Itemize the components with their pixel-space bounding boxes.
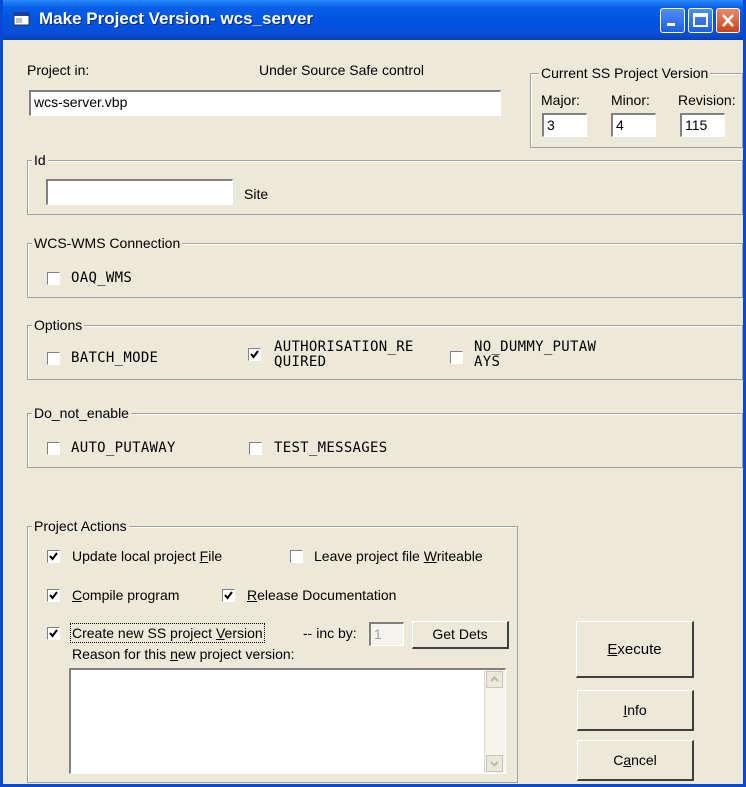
label-part: xecute	[617, 641, 662, 658]
major-label: Major:	[541, 92, 580, 108]
app-icon	[13, 12, 30, 26]
accelerator-key: a	[623, 752, 632, 768]
minor-field[interactable]: 4	[611, 113, 656, 137]
id-group-legend: Id	[32, 152, 48, 168]
accelerator-key: V	[215, 625, 225, 641]
inc-by-label: -- inc by:	[303, 625, 357, 641]
no-dummy-putaways-label[interactable]: NO_DUMMY_PUTAW AYS	[474, 340, 596, 370]
auto-putaway-label[interactable]: AUTO_PUTAWAY	[71, 440, 176, 456]
label-part: C	[613, 752, 624, 768]
label-part: ncel	[631, 752, 657, 768]
update-project-file-checkbox[interactable]	[47, 550, 60, 563]
test-messages-label[interactable]: TEST_MESSAGES	[274, 440, 387, 456]
maximize-icon	[693, 13, 708, 27]
minimize-icon	[667, 23, 675, 26]
leave-writeable-checkbox[interactable]	[290, 550, 303, 563]
chevron-up-icon	[490, 676, 499, 682]
accelerator-key: R	[247, 587, 258, 603]
no-dummy-label-line2: AYS	[474, 354, 501, 370]
authorisation-required-checkbox[interactable]	[248, 348, 261, 361]
batch-mode-label[interactable]: BATCH_MODE	[71, 350, 158, 366]
label-part: Reason for this	[72, 646, 171, 662]
release-documentation-checkbox[interactable]	[222, 589, 235, 602]
scroll-down-button[interactable]	[486, 755, 503, 772]
checkmark-icon	[250, 350, 259, 359]
label-part: riteable	[436, 548, 483, 564]
release-documentation-label[interactable]: Release Documentation	[247, 587, 396, 603]
minor-label: Minor:	[611, 92, 650, 108]
minimize-button[interactable]	[660, 8, 685, 33]
checkmark-icon	[49, 552, 58, 561]
reason-scrollbar[interactable]	[484, 670, 505, 773]
do-not-enable-legend: Do_not_enable	[32, 405, 131, 421]
test-messages-checkbox[interactable]	[249, 442, 262, 455]
title-bar[interactable]: Make Project Version- wcs_server	[3, 0, 743, 40]
project-actions-legend: Project Actions	[32, 518, 129, 534]
site-field[interactable]	[46, 179, 233, 205]
wcs-wms-group: WCS-WMS Connection	[27, 235, 743, 298]
wcs-wms-group-legend: WCS-WMS Connection	[32, 235, 183, 251]
reason-textarea[interactable]	[69, 668, 506, 774]
site-label: Site	[244, 186, 269, 202]
leave-writeable-label[interactable]: Leave project file Writeable	[314, 548, 483, 564]
update-project-file-label[interactable]: Update local project File	[72, 548, 222, 564]
options-group-legend: Options	[32, 317, 85, 333]
source-safe-status: Under Source Safe control	[259, 62, 424, 78]
no-dummy-label-line1: NO_DUMMY_PUTAW	[474, 339, 597, 355]
maximize-button[interactable]	[688, 8, 713, 33]
version-group-legend: Current SS Project Version	[539, 65, 711, 81]
oaq-wms-checkbox[interactable]	[47, 272, 60, 285]
project-file-field[interactable]: wcs-server.vbp	[29, 90, 501, 116]
info-button[interactable]: Info	[577, 690, 694, 731]
compile-program-label[interactable]: Compile program	[72, 587, 179, 603]
checkmark-icon	[224, 591, 233, 600]
label-part: elease Documentation	[257, 587, 397, 603]
accelerator-key: W	[423, 548, 437, 564]
accelerator-key: F	[199, 548, 209, 564]
compile-program-checkbox[interactable]	[47, 589, 60, 602]
major-field[interactable]: 3	[542, 113, 587, 137]
label-part: Leave project file	[314, 548, 424, 564]
make-project-version-window: Make Project Version- wcs_server Project…	[0, 0, 746, 787]
create-ss-version-label[interactable]: Create new SS project Version	[70, 623, 265, 643]
authorisation-required-label[interactable]: AUTHORISATION_RE QUIRED	[274, 340, 414, 370]
label-part: ersion	[224, 625, 263, 641]
oaq-wms-label[interactable]: OAQ_WMS	[71, 270, 132, 286]
accelerator-key: n	[170, 646, 178, 662]
inc-by-field[interactable]: 1	[369, 622, 404, 646]
checkmark-icon	[49, 629, 58, 638]
no-dummy-putaways-checkbox[interactable]	[450, 351, 463, 364]
accelerator-key: E	[607, 641, 618, 658]
chevron-down-icon	[490, 761, 499, 767]
label-part: nfo	[627, 702, 647, 718]
close-icon	[722, 14, 734, 27]
label-part: ew project version:	[177, 646, 295, 662]
revision-field[interactable]: 115	[680, 113, 725, 137]
checkmark-icon	[49, 591, 58, 600]
window-title: Make Project Version- wcs_server	[39, 9, 314, 28]
revision-label: Revision:	[678, 92, 736, 108]
reason-text	[71, 670, 505, 674]
reason-label: Reason for this new project version:	[72, 646, 295, 662]
scroll-up-button[interactable]	[486, 671, 503, 688]
cancel-button[interactable]: Cancel	[577, 740, 694, 781]
label-part: ompile program	[82, 587, 180, 603]
project-in-label: Project in:	[27, 62, 90, 78]
close-button[interactable]	[716, 8, 740, 33]
authorisation-label-line2: QUIRED	[274, 354, 327, 370]
label-part: Update local project	[72, 548, 200, 564]
execute-button[interactable]: Execute	[576, 621, 694, 678]
accelerator-key: C	[72, 587, 83, 603]
get-dets-button[interactable]: Get Dets	[412, 621, 509, 649]
auto-putaway-checkbox[interactable]	[47, 442, 60, 455]
batch-mode-checkbox[interactable]	[47, 352, 60, 365]
label-part: ile	[208, 548, 223, 564]
label-part: Create new SS project	[72, 625, 216, 641]
authorisation-label-line1: AUTHORISATION_RE	[274, 339, 414, 355]
create-ss-version-checkbox[interactable]	[47, 627, 60, 640]
